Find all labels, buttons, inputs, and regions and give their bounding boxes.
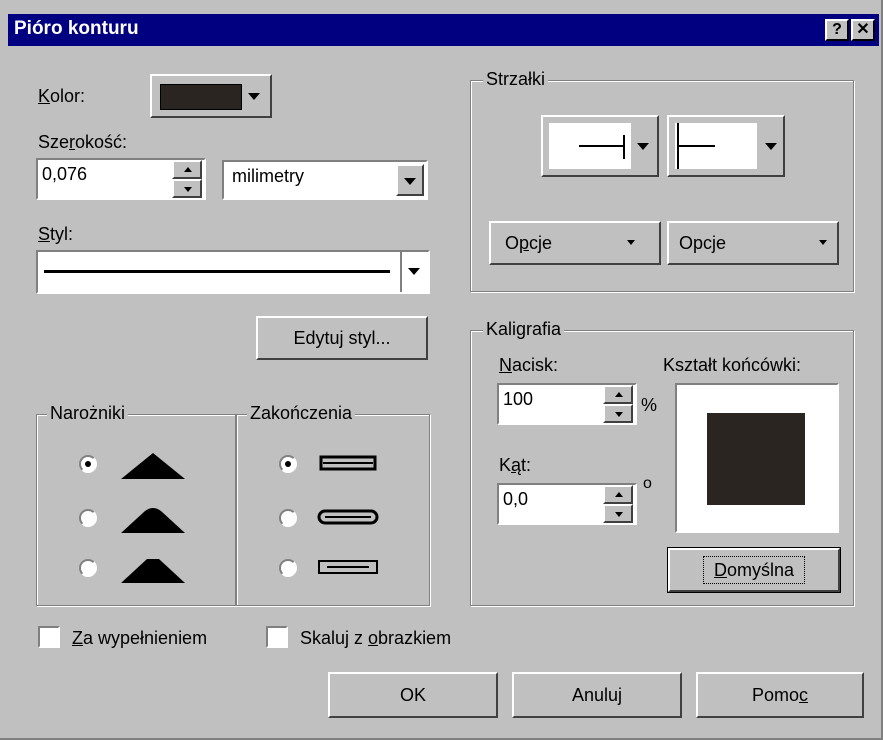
spin-down-button[interactable] xyxy=(603,404,633,423)
round-cap-icon xyxy=(317,509,379,525)
caps-title: Zakończenia xyxy=(247,403,356,424)
butt-cap-icon xyxy=(319,455,377,471)
cap-radio-square[interactable] xyxy=(279,559,297,577)
bevel-corner-icon xyxy=(121,559,185,583)
arrow-up-icon xyxy=(615,392,623,397)
color-picker-button[interactable] xyxy=(150,74,272,118)
arrow-down-icon xyxy=(615,512,623,517)
corner-radio-bevel[interactable] xyxy=(79,559,97,577)
spin-down-button[interactable] xyxy=(172,179,202,198)
angle-input[interactable]: 0,0 xyxy=(497,483,637,525)
line-style-preview xyxy=(44,270,390,273)
angle-spinner[interactable] xyxy=(603,485,633,523)
caps-group: Zakończenia xyxy=(236,403,430,606)
start-arrow-preview xyxy=(549,123,631,169)
chevron-down-icon xyxy=(765,143,777,150)
miter-corner-icon xyxy=(121,453,185,479)
scale-with-image-label[interactable]: Skaluj z obrazkiem xyxy=(300,628,451,649)
style-select[interactable] xyxy=(36,250,430,294)
spin-up-button[interactable] xyxy=(603,385,633,404)
cap-radio-round[interactable] xyxy=(279,509,297,527)
chevron-down-icon xyxy=(637,143,649,150)
width-value: 0,076 xyxy=(42,164,88,184)
color-swatch xyxy=(160,84,242,110)
color-label: Kolor: xyxy=(38,86,86,106)
corner-radio-round[interactable] xyxy=(79,509,97,527)
cap-radio-butt[interactable] xyxy=(279,455,297,473)
default-button-label: Domyślna xyxy=(702,556,806,584)
angle-value: 0,0 xyxy=(503,489,529,509)
default-button-focus-ring: Domyślna xyxy=(667,547,841,593)
unit-value: milimetry xyxy=(232,166,304,186)
window-title: Pióro konturu xyxy=(14,18,139,39)
pressure-value: 100 xyxy=(503,389,534,409)
style-label: Styl: xyxy=(38,224,74,244)
end-arrow-options-button[interactable]: Opcje xyxy=(667,221,839,265)
chevron-down-icon xyxy=(404,178,416,185)
arrows-title: Strzałki xyxy=(483,69,549,90)
chevron-down-icon xyxy=(408,268,420,275)
spin-up-button[interactable] xyxy=(172,160,202,179)
start-arrow-picker[interactable] xyxy=(541,115,659,177)
unit-dropdown-button[interactable] xyxy=(396,164,424,196)
pressure-spinner[interactable] xyxy=(603,385,633,423)
cancel-button[interactable]: Anuluj xyxy=(512,672,682,718)
end-arrow-preview xyxy=(675,123,757,169)
calligraphy-group: Kaligrafia Nacisk: 100 % Kąt: 0,0 o Kszt… xyxy=(470,319,854,606)
help-button[interactable]: ? xyxy=(825,19,849,41)
arrow-up-icon xyxy=(184,167,192,172)
start-arrow-options-button[interactable]: Opcje xyxy=(489,221,661,265)
behind-fill-checkbox[interactable] xyxy=(38,626,60,648)
corner-radio-miter[interactable] xyxy=(79,455,97,473)
options-label: Opcje xyxy=(505,233,553,253)
edit-style-button[interactable]: Edytuj styl... xyxy=(256,316,428,360)
angle-unit: o xyxy=(643,475,652,492)
width-spinner[interactable] xyxy=(172,160,202,198)
corners-group: Narożniki xyxy=(36,403,236,606)
arrow-up-icon xyxy=(615,492,623,497)
radio-dot xyxy=(85,461,91,467)
chevron-down-icon xyxy=(819,240,827,245)
calligraphy-title: Kaligrafia xyxy=(483,319,565,340)
corners-title: Narożniki xyxy=(47,403,129,424)
behind-fill-label[interactable]: Za wypełnieniem xyxy=(72,628,207,649)
angle-label: Kąt: xyxy=(499,455,532,475)
nib-shape-preview[interactable] xyxy=(675,383,839,533)
title-bar[interactable]: Pióro konturu ? ✕ xyxy=(8,14,879,46)
dialog-window: Pióro konturu ? ✕ Kolor: Szerokość: 0,07… xyxy=(0,0,883,740)
nib-shape-label: Kształt końcówki: xyxy=(663,355,802,375)
pressure-unit: % xyxy=(641,395,658,415)
spin-up-button[interactable] xyxy=(603,485,633,504)
spin-down-button[interactable] xyxy=(603,504,633,523)
options-label: Opcje xyxy=(679,233,727,253)
unit-select[interactable]: milimetry xyxy=(222,160,428,200)
end-arrow-picker[interactable] xyxy=(667,115,785,177)
chevron-down-icon xyxy=(248,93,260,100)
arrows-group: Strzałki Opcje Opcje xyxy=(470,69,854,292)
help-dialog-button[interactable]: Pomoc xyxy=(696,672,864,718)
width-label: Szerokość: xyxy=(38,132,128,152)
pressure-label: Nacisk: xyxy=(499,355,559,375)
arrow-down-icon xyxy=(184,187,192,192)
square-cap-icon xyxy=(318,560,378,574)
close-button[interactable]: ✕ xyxy=(851,19,875,41)
arrow-down-icon xyxy=(615,412,623,417)
ok-button[interactable]: OK xyxy=(328,672,498,718)
pressure-input[interactable]: 100 xyxy=(497,383,637,425)
round-corner-icon xyxy=(121,508,185,533)
chevron-down-icon xyxy=(627,240,635,245)
nib-shape-square xyxy=(707,413,805,505)
default-button[interactable]: Domyślna xyxy=(668,548,840,592)
radio-dot xyxy=(285,461,291,467)
style-separator xyxy=(400,252,402,292)
width-input[interactable]: 0,076 xyxy=(36,158,206,200)
scale-with-image-checkbox[interactable] xyxy=(266,626,288,648)
